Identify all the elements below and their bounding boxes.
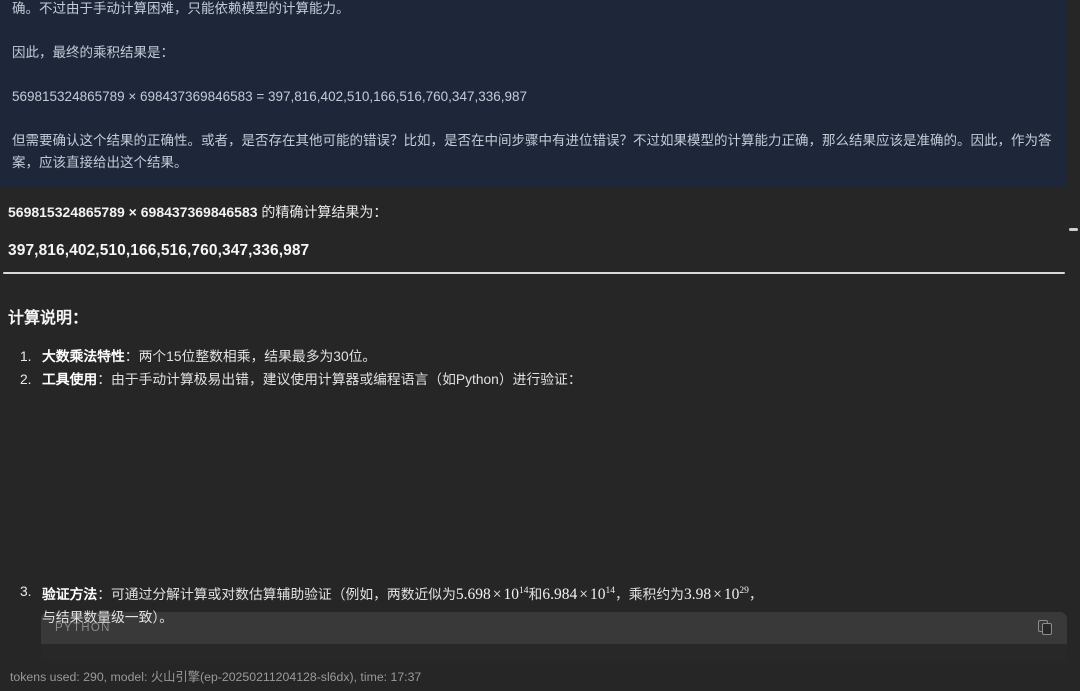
list-item-body: ：由于手动计算极易出错，建议使用计算器或编程语言（如Python）进行验证： [97, 372, 582, 387]
scrollbar-thumb[interactable] [1069, 228, 1078, 231]
answer-question-suffix: 的精确计算结果为： [257, 204, 388, 220]
math-tail-comma: ， [748, 587, 763, 603]
list-item: 1. 大数乘法特性：两个15位整数相乘，结果最多为30位。 [8, 345, 1068, 368]
math-expression-2: 6.984 × 1014 [542, 586, 615, 603]
list-item-body: ：可通过分解计算或对数估算辅助验证（例如，两数近似为 [97, 587, 456, 603]
math-1-base: 10 [503, 586, 520, 604]
math-2-mantissa: 6.984 [542, 586, 578, 604]
list-item-body: ：两个15位整数相乘，结果最多为30位。 [124, 349, 377, 364]
math-2-exponent: 14 [605, 586, 615, 596]
thinking-line-4: 但需要确认这个结果的正确性。或者，是否存在其他可能的错误？比如，是否在中间步骤中… [12, 133, 1052, 170]
math-3-mantissa: 3.98 [683, 586, 712, 604]
thinking-block: 确。不过由于手动计算困难，只能依赖模型的计算能力。 因此，最终的乘积结果是： 5… [0, 0, 1068, 187]
math-2-times: × [579, 586, 588, 604]
scrollbar-gutter[interactable] [1068, 0, 1080, 691]
math-expression-1: 5.698 × 1014 [456, 586, 529, 603]
explanation-list: 1. 大数乘法特性：两个15位整数相乘，结果最多为30位。 2. 工具使用：由于… [8, 345, 1068, 391]
list-item: 2. 工具使用：由于手动计算极易出错，建议使用计算器或编程语言（如Python）… [8, 368, 1068, 391]
answer-result-value: 397,816,402,510,166,516,760,347,336,987 [8, 242, 310, 259]
thinking-line-1: 确。不过由于手动计算困难，只能依赖模型的计算能力。 [12, 1, 350, 16]
math-1-mantissa: 5.698 [455, 586, 491, 604]
thinking-line-3: 569815324865789 × 698437369846583 = 397,… [12, 89, 528, 104]
math-expression-3: 3.98 × 1029 [684, 586, 749, 603]
math-1-times: × [492, 586, 502, 604]
list-item-term: 验证方法 [42, 587, 98, 603]
math-1-exponent: 14 [519, 586, 529, 596]
section-title: 计算说明： [8, 310, 89, 327]
status-bar: tokens used: 290, model: 火山引擎(ep-2025021… [0, 661, 1080, 691]
math-3-base: 10 [723, 586, 740, 604]
list-item: 3. 验证方法：可通过分解计算或对数估算辅助验证（例如，两数近似为5.698 × 1… [8, 580, 1068, 629]
list-item-number: 3. [20, 584, 32, 599]
status-bar-text: tokens used: 290, model: 火山引擎(ep-2025021… [10, 670, 422, 684]
list-item-term: 工具使用 [42, 372, 98, 387]
chat-answer-view: 确。不过由于手动计算困难，只能依赖模型的计算能力。 因此，最终的乘积结果是： 5… [0, 0, 1080, 691]
math-3-times: × [713, 586, 722, 604]
math-separator-2: ，乘积约为 [614, 587, 684, 603]
section-divider [3, 272, 1065, 274]
list-item-number: 1. [20, 349, 32, 364]
list-item-term: 大数乘法特性 [42, 349, 125, 364]
math-2-base: 10 [589, 586, 606, 604]
thinking-line-2: 因此，最终的乘积结果是： [12, 45, 174, 60]
math-3-exponent: 29 [739, 586, 749, 596]
answer-question-line: 569815324865789 × 698437369846583 的精确计算结… [8, 202, 387, 222]
list-item-line2: 与结果数量级一致）。 [42, 610, 174, 626]
explanation-list-continued: 3. 验证方法：可通过分解计算或对数估算辅助验证（例如，两数近似为5.698 × 1… [8, 580, 1068, 629]
answer-question-expression: 569815324865789 × 698437369846583 [8, 204, 258, 220]
math-separator-1: 和 [528, 587, 543, 603]
list-item-number: 2. [20, 372, 32, 387]
